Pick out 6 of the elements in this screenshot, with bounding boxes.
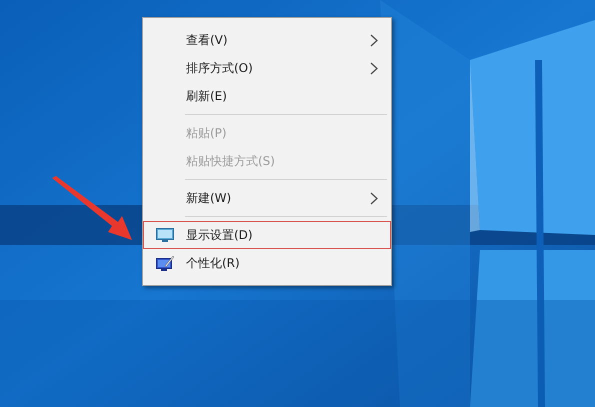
menu-item[interactable]: 查看(V) [143, 26, 391, 54]
menu-item[interactable]: 新建(W) [143, 184, 391, 212]
menu-item[interactable]: 显示设置(D) [143, 221, 391, 249]
menu-item[interactable]: 排序方式(O) [143, 54, 391, 82]
menu-item[interactable]: 刷新(E) [143, 82, 391, 110]
menu-item[interactable]: 个性化(R) [143, 249, 391, 277]
